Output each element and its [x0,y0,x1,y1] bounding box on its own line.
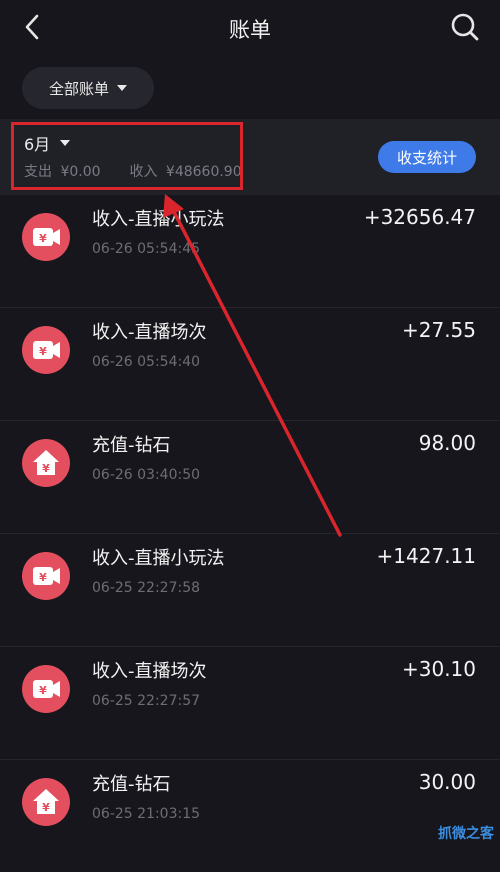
watermark-text: 抓微之客 [438,826,494,842]
transaction-time: 06-25 22:27:58 [92,580,201,596]
transaction-row[interactable]: ¥ 收入-直播小玩法 06-25 22:27:58 +1427.11 [0,533,500,646]
transaction-row[interactable]: ¥ 收入-直播小玩法 06-26 05:54:45 +32656.47 [0,195,500,307]
transaction-title: 充值-钻石 [92,435,171,456]
svg-text:¥: ¥ [39,571,47,584]
income-expense-stats-button[interactable]: 收支统计 [378,141,476,173]
income-video-icon: ¥ [22,552,70,600]
transaction-row[interactable]: ¥ 充值-钻石 06-26 03:40:50 98.00 [0,420,500,533]
svg-text:¥: ¥ [39,232,47,245]
annotation-highlight-box [11,122,243,190]
transaction-title: 收入-直播小玩法 [92,548,225,569]
transaction-time: 06-26 05:54:40 [92,354,201,370]
caret-down-icon [117,85,127,91]
transaction-amount: 30.00 [418,770,476,794]
svg-text:¥: ¥ [39,345,47,358]
svg-text:¥: ¥ [42,462,50,475]
transaction-title: 收入-直播场次 [92,322,207,343]
transaction-amount: +30.10 [401,657,476,681]
search-button[interactable] [450,12,480,42]
transaction-time: 06-25 21:03:15 [92,806,201,822]
transaction-title: 收入-直播场次 [92,661,207,682]
svg-text:¥: ¥ [39,684,47,697]
transaction-time: 06-25 22:27:57 [92,693,201,709]
search-icon [451,13,479,41]
transaction-row[interactable]: ¥ 充值-钻石 06-25 21:03:15 30.00 [0,759,500,872]
recharge-home-icon: ¥ [22,778,70,826]
transaction-row[interactable]: ¥ 收入-直播场次 06-25 22:27:57 +30.10 [0,646,500,759]
transaction-time: 06-26 05:54:45 [92,241,201,257]
transaction-amount: +1427.11 [376,544,476,568]
transaction-list: ¥ 收入-直播小玩法 06-26 05:54:45 +32656.47 ¥ 收入-直播场次… [0,195,500,872]
bill-filter-label: 全部账单 [48,79,109,98]
recharge-home-icon: ¥ [22,439,70,487]
transaction-time: 06-26 03:40:50 [92,467,201,483]
transaction-row[interactable]: ¥ 收入-直播场次 06-26 05:54:40 +27.55 [0,307,500,420]
income-video-icon: ¥ [22,213,70,261]
transaction-amount: +27.55 [401,318,476,342]
app-header: 账单 [0,0,500,56]
transaction-title: 收入-直播小玩法 [92,209,225,230]
transaction-title: 充值-钻石 [92,774,171,795]
transaction-amount: 98.00 [418,431,476,455]
bill-filter-dropdown[interactable]: 全部账单 [22,67,154,109]
page-title: 账单 [229,18,271,42]
transaction-amount: +32656.47 [363,205,476,229]
income-video-icon: ¥ [22,326,70,374]
svg-text:¥: ¥ [42,801,50,814]
income-video-icon: ¥ [22,665,70,713]
